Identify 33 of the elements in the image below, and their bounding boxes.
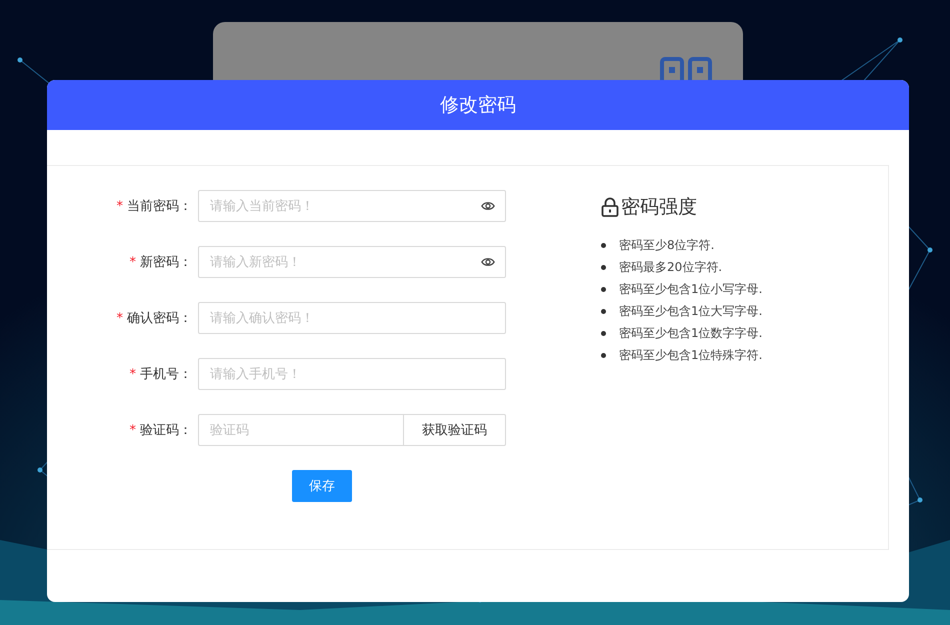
password-field[interactable]: 请输入当前密码！ — [198, 190, 506, 222]
bullet-icon — [601, 264, 606, 270]
bullet-icon — [601, 330, 606, 336]
required-mark: * — [130, 366, 136, 382]
field-label: 新密码： — [140, 254, 192, 271]
code-field[interactable]: 验证码 — [198, 414, 404, 446]
dialog-title: 修改密码 — [440, 93, 516, 118]
eye-icon[interactable] — [481, 255, 495, 269]
input-field[interactable]: 请输入手机号！ — [198, 358, 506, 390]
required-mark: * — [116, 198, 123, 214]
get-code-button[interactable]: 获取验证码 — [404, 414, 506, 446]
input-field[interactable]: 请输入确认密码！ — [198, 302, 506, 334]
rule-text: 密码至少包含1位大写字母. — [619, 302, 762, 320]
password-field[interactable]: 请输入新密码！ — [198, 246, 506, 278]
rule-text: 密码至少包含1位小写字母. — [619, 280, 762, 298]
eye-icon[interactable] — [481, 199, 495, 213]
required-mark: * — [130, 254, 136, 270]
field-label: 当前密码： — [127, 198, 192, 215]
rule-text: 密码至少8位字符. — [619, 236, 714, 254]
field-label: 确认密码： — [127, 310, 192, 327]
field-label: 手机号： — [140, 366, 192, 383]
lock-icon — [601, 197, 619, 217]
rule-text: 密码最多20位字符. — [619, 258, 722, 276]
bullet-icon — [601, 286, 606, 292]
required-mark: * — [116, 310, 123, 326]
required-mark: * — [130, 422, 136, 438]
field-label: 验证码： — [140, 422, 192, 439]
bullet-icon — [601, 352, 606, 358]
rule-text: 密码至少包含1位特殊字符. — [619, 346, 762, 364]
bullet-icon — [601, 308, 606, 314]
bullet-icon — [601, 242, 606, 248]
rule-text: 密码至少包含1位数字字母. — [619, 324, 762, 342]
strength-title: 密码强度 — [621, 195, 697, 220]
